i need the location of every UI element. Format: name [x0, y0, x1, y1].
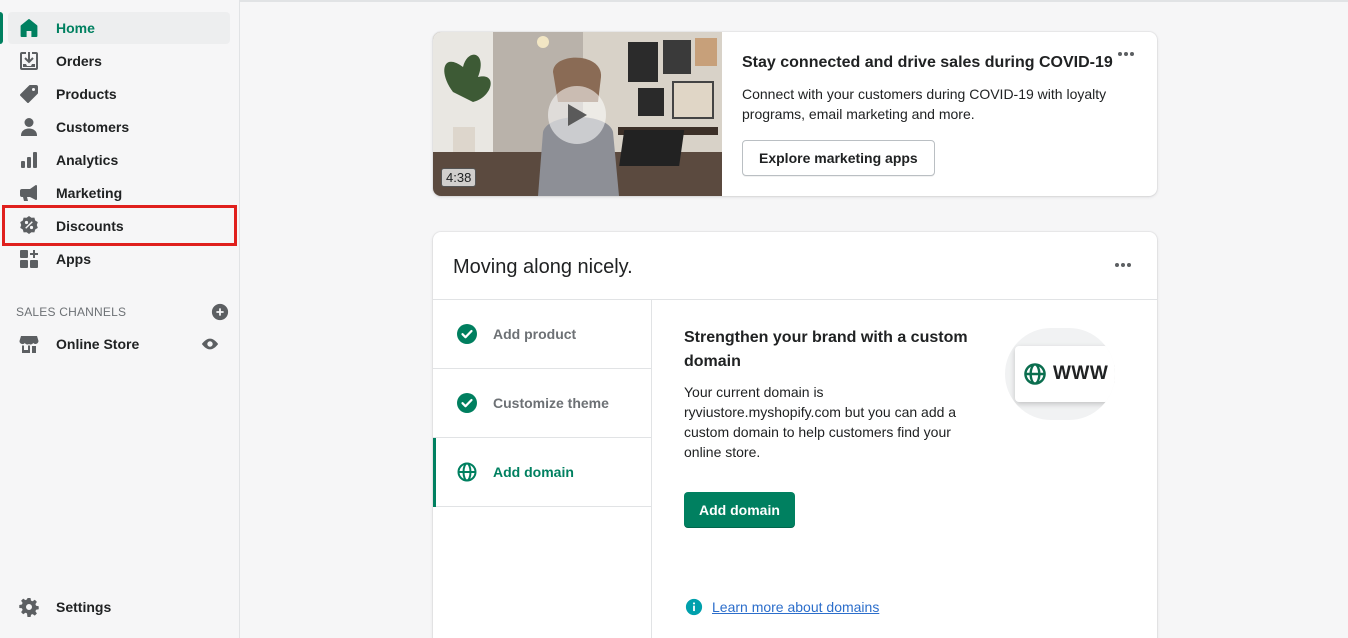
video-card-more-actions-button[interactable]: [1114, 46, 1138, 62]
sidebar-item-label: Online Store: [56, 336, 140, 352]
sidebar-item-label: Orders: [56, 53, 102, 69]
more-horizontal-icon: [1118, 52, 1134, 56]
sidebar-item-settings[interactable]: Settings: [8, 591, 230, 623]
gear-icon: [18, 596, 40, 618]
explore-marketing-apps-button[interactable]: Explore marketing apps: [742, 140, 935, 176]
step-add-product[interactable]: Add product: [433, 300, 651, 369]
megaphone-icon: [18, 182, 40, 204]
store-icon: [18, 333, 40, 355]
view-store-eye-icon[interactable]: [200, 334, 220, 354]
video-card-description: Connect with your customers during COVID…: [742, 86, 1107, 122]
sidebar-item-label: Home: [56, 20, 95, 36]
step-label: Add product: [493, 326, 577, 342]
www-badge: WWW: [1015, 346, 1115, 402]
sidebar-item-apps[interactable]: Apps: [8, 243, 230, 275]
sidebar-item-online-store[interactable]: Online Store: [8, 328, 230, 360]
sidebar-item-customers[interactable]: Customers: [8, 111, 230, 143]
bar-chart-icon: [18, 149, 40, 171]
checkmark-circle-icon: [457, 324, 477, 344]
sidebar-item-label: Settings: [56, 599, 112, 615]
step-detail-panel: Strengthen your brand with a custom doma…: [684, 326, 974, 462]
apps-icon: [18, 248, 40, 270]
sidebar-nav: Home Orders Products Customers Analytics…: [0, 0, 240, 638]
home-icon: [18, 17, 40, 39]
discounts-highlight-box: [2, 205, 237, 246]
top-bar-border: [240, 0, 1348, 2]
setup-guide-card: Moving along nicely. Add product Customi…: [433, 232, 1157, 638]
video-card-text: Stay connected and drive sales during CO…: [742, 54, 1132, 124]
play-icon: [568, 104, 587, 126]
video-thumbnail[interactable]: 4:38: [433, 32, 722, 196]
globe-icon: [457, 462, 477, 482]
domain-illustration: WWW: [1005, 328, 1115, 420]
sidebar-item-label: Products: [56, 86, 117, 102]
sidebar-item-home[interactable]: Home: [0, 12, 230, 44]
more-horizontal-icon: [1115, 263, 1131, 267]
setup-steps-list: Add product Customize theme Add domain: [433, 300, 652, 638]
step-label: Add domain: [493, 464, 574, 480]
globe-icon: [1024, 363, 1046, 385]
info-icon: [684, 597, 704, 617]
sidebar-item-analytics[interactable]: Analytics: [8, 144, 230, 176]
sidebar-item-label: Apps: [56, 251, 91, 267]
covid-marketing-card: 4:38 Stay connected and drive sales duri…: [433, 32, 1157, 196]
video-card-title: Stay connected and drive sales during CO…: [742, 54, 1113, 71]
step-detail-description: Your current domain is ryviustore.myshop…: [684, 384, 957, 460]
step-add-domain[interactable]: Add domain: [433, 438, 651, 507]
add-domain-button[interactable]: Add domain: [684, 492, 795, 528]
sidebar-item-label: Customers: [56, 119, 130, 135]
www-text: WWW: [1053, 363, 1109, 384]
sales-channels-header: SALES CHANNELS: [16, 302, 230, 322]
add-channel-plus-icon[interactable]: [210, 302, 230, 322]
tag-icon: [18, 83, 40, 105]
orders-icon: [18, 50, 40, 72]
sidebar-item-products[interactable]: Products: [8, 78, 230, 110]
sales-channels-heading: SALES CHANNELS: [16, 305, 127, 319]
step-detail-title: Strengthen your brand with a custom doma…: [684, 329, 968, 370]
learn-more-domains-link[interactable]: Learn more about domains: [712, 599, 879, 615]
sidebar-item-label: Marketing: [56, 185, 123, 201]
sidebar-item-label: Analytics: [56, 152, 119, 168]
person-icon: [18, 116, 40, 138]
video-duration: 4:38: [441, 168, 477, 187]
checkmark-circle-icon: [457, 393, 477, 413]
setup-guide-title: Moving along nicely.: [453, 256, 633, 278]
step-label: Customize theme: [493, 395, 609, 411]
setup-card-more-actions-button[interactable]: [1111, 257, 1135, 273]
sidebar-item-orders[interactable]: Orders: [8, 45, 230, 77]
step-customize-theme[interactable]: Customize theme: [433, 369, 651, 438]
learn-more-row: Learn more about domains: [684, 597, 879, 617]
play-video-button[interactable]: [548, 86, 606, 144]
